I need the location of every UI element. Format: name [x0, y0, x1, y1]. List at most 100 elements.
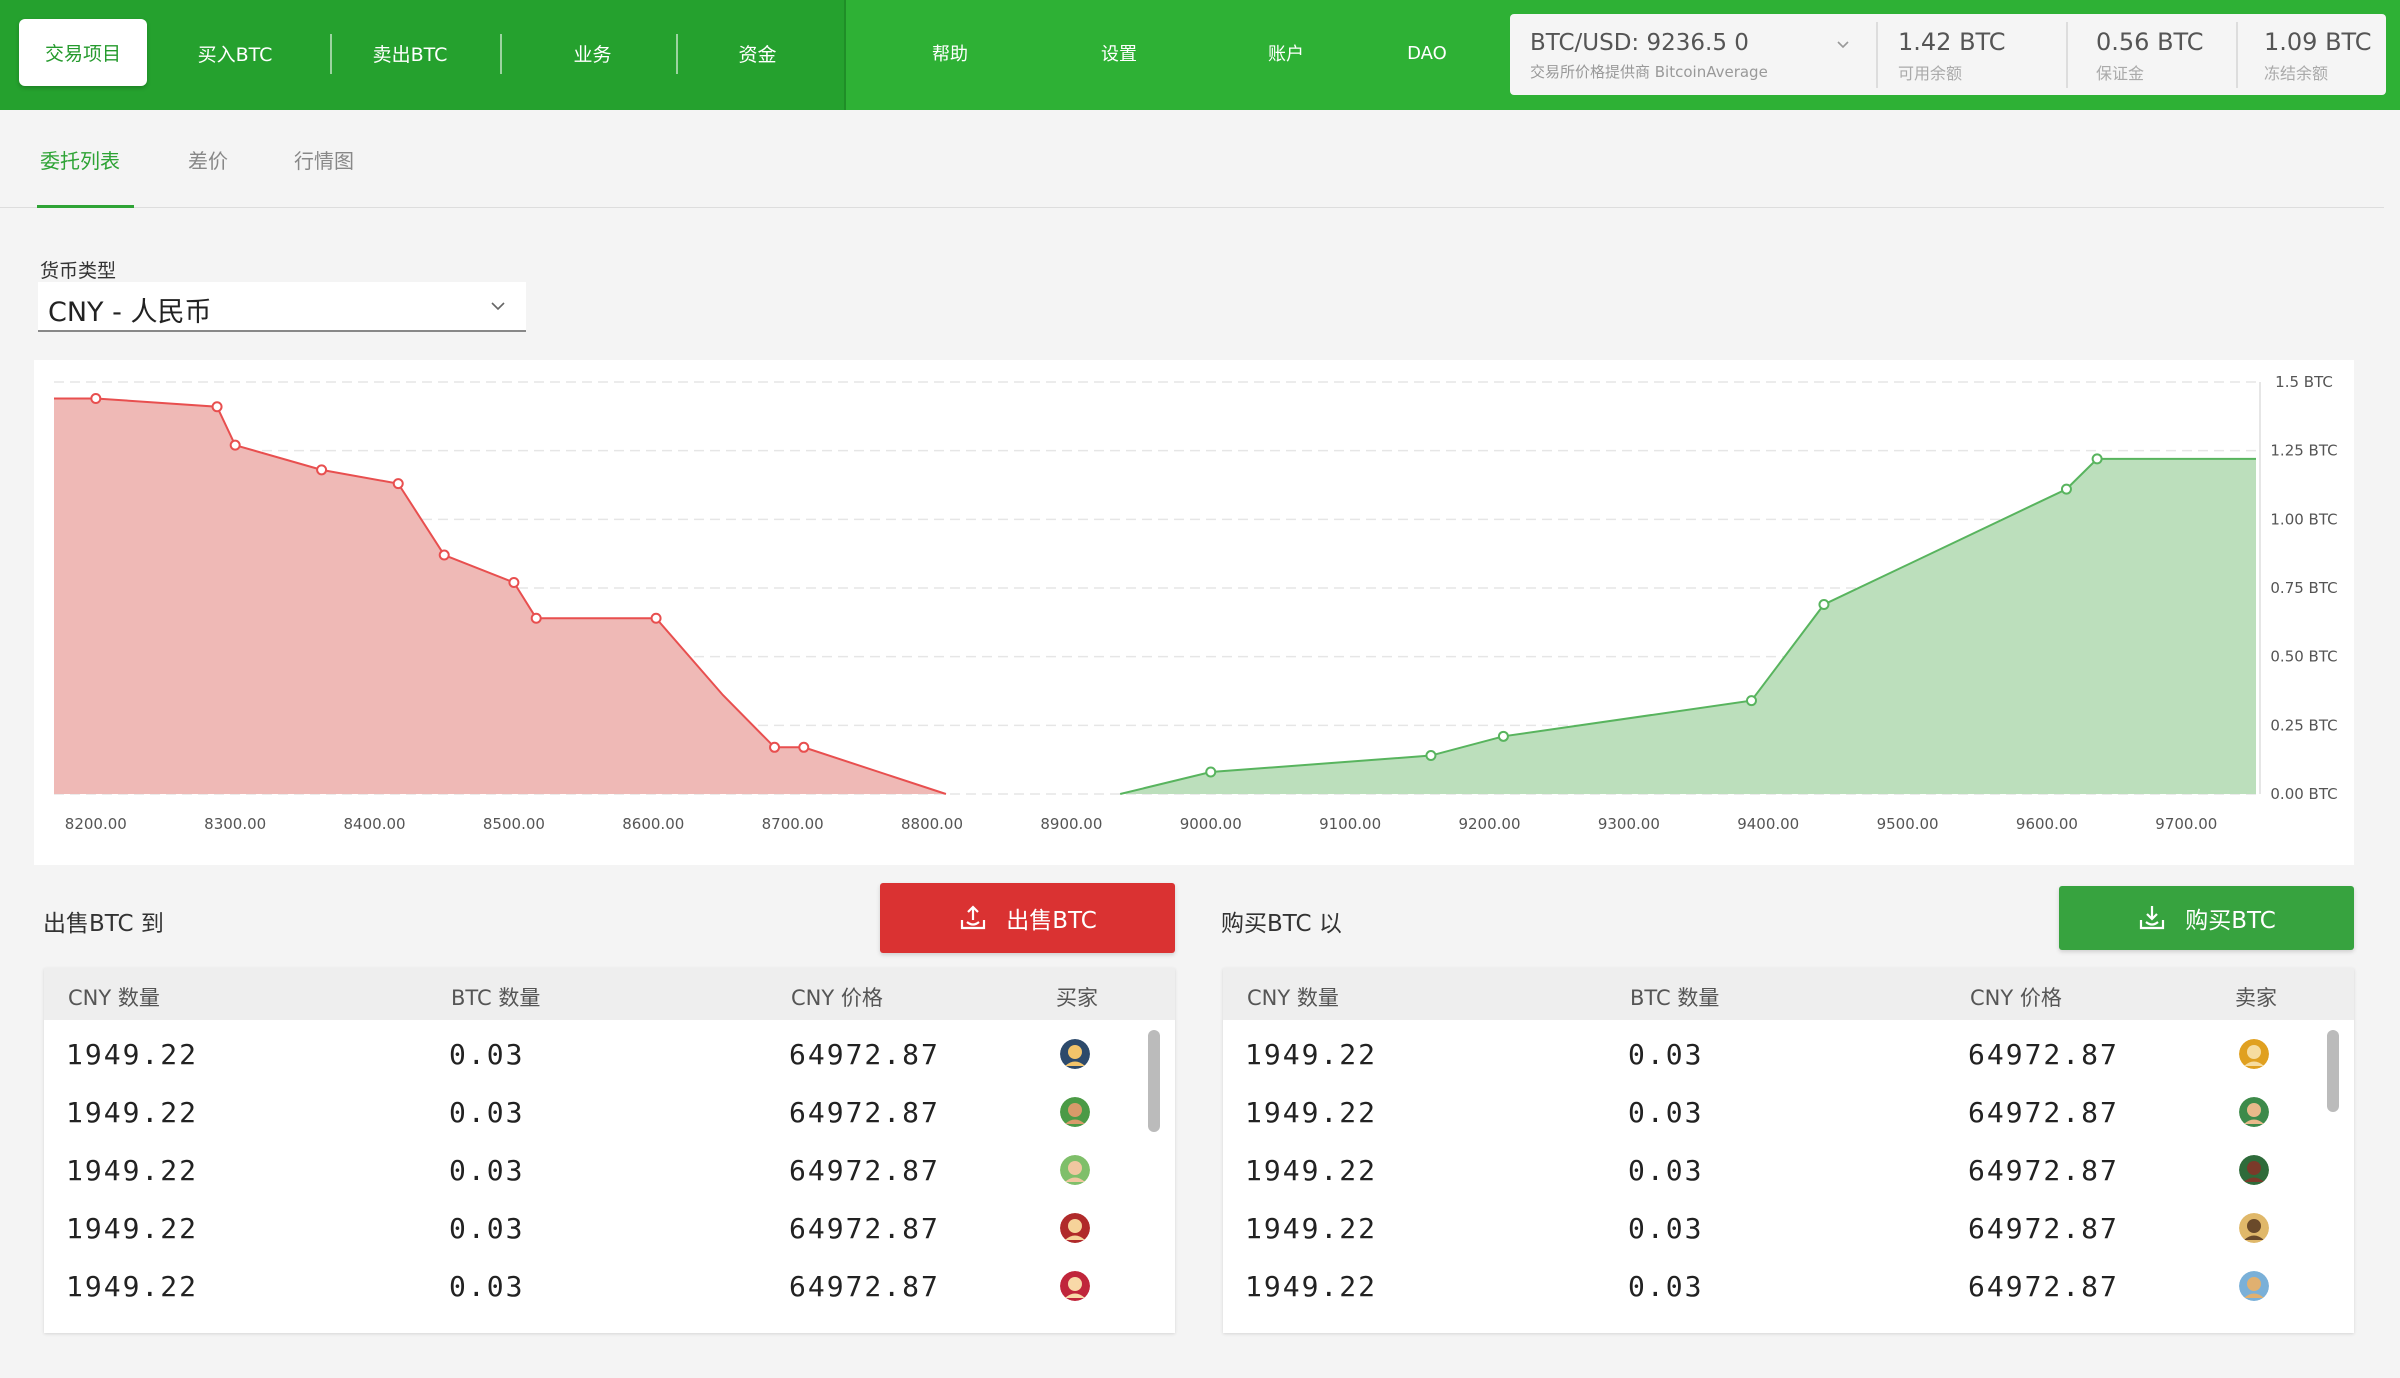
- buy-panel-title: 购买BTC 以: [1221, 911, 1342, 937]
- table-row[interactable]: 1949.22 0.03 64972.87: [1223, 1026, 2354, 1084]
- table-row[interactable]: 1949.22 0.03 64972.87: [44, 1200, 1175, 1258]
- bid-depth-area: [54, 398, 946, 794]
- margin-balance-value: 0.56 BTC: [2096, 28, 2204, 56]
- column-header-cny-amount[interactable]: CNY 数量: [68, 982, 160, 1012]
- btc-amount-cell: 0.03: [1628, 1096, 1704, 1129]
- y-tick-label: 0.50 BTC: [2270, 648, 2337, 666]
- table-row[interactable]: 1949.22 0.03 64972.87: [44, 1142, 1175, 1200]
- data-point: [508, 577, 520, 589]
- currency-selected-value: CNY - 人民币: [48, 297, 212, 328]
- tab-market-chart[interactable]: 行情图: [294, 145, 354, 174]
- table-row[interactable]: 1949.22 0.03 64972.87: [44, 1026, 1175, 1084]
- btc-amount-cell: 0.03: [1628, 1154, 1704, 1187]
- data-point: [229, 439, 241, 451]
- seller-avatar[interactable]: [2239, 1155, 2269, 1185]
- sell-btc-button[interactable]: 出售BTC: [880, 883, 1175, 953]
- column-header-cny-amount[interactable]: CNY 数量: [1247, 982, 1339, 1012]
- table-row[interactable]: 1949.22 0.03 64972.87: [1223, 1084, 2354, 1142]
- y-tick-label: 0.25 BTC: [2270, 716, 2337, 734]
- seller-avatar[interactable]: [2239, 1039, 2269, 1069]
- tab-order-list[interactable]: 委托列表: [40, 145, 120, 174]
- sell-orders-table: CNY 数量 BTC 数量 CNY 价格 买家 1949.22 0.03 64972…: [44, 968, 1175, 1333]
- nav-buy-btc[interactable]: 买入BTC: [170, 20, 300, 86]
- main-nav: 交易项目 买入BTC 卖出BTC 业务 资金: [0, 0, 846, 110]
- x-tick-label: 9300.00: [1598, 815, 1660, 833]
- x-tick-label: 9500.00: [1877, 815, 1939, 833]
- price-ticker: BTC/USD: 9236.5 0 交易所价格提供商 BitcoinAverag…: [1510, 14, 2386, 95]
- column-header-cny-price[interactable]: CNY 价格: [791, 982, 883, 1012]
- x-tick-label: 9600.00: [2016, 815, 2078, 833]
- seller-avatar[interactable]: [2239, 1271, 2269, 1301]
- ticker-divider: [2236, 22, 2238, 88]
- nav-trade-projects[interactable]: 交易项目: [19, 19, 147, 86]
- nav-separator: [500, 34, 502, 74]
- data-point: [530, 612, 542, 624]
- cny-amount-cell: 1949.22: [1245, 1038, 1378, 1071]
- tab-spread[interactable]: 差价: [188, 145, 228, 174]
- top-bar: 交易项目 买入BTC 卖出BTC 业务 资金 帮助 设置 账户 DAO BTC/…: [0, 0, 2400, 110]
- nav-account[interactable]: 账户: [1236, 20, 1336, 86]
- cny-amount-cell: 1949.22: [66, 1096, 199, 1129]
- cny-amount-cell: 1949.22: [66, 1154, 199, 1187]
- cny-amount-cell: 1949.22: [1245, 1096, 1378, 1129]
- nav-help[interactable]: 帮助: [900, 20, 1000, 86]
- y-tick-label: 1.5 BTC: [2275, 373, 2333, 391]
- table-row[interactable]: 1949.22 0.03 64972.87: [44, 1084, 1175, 1142]
- market-depth-chart: 0.00 BTC 0.25 BTC 0.50 BTC 0.75 BTC 1.00 BTC…: [34, 360, 2354, 865]
- table-row[interactable]: 1949.22 0.03 64972.87: [1223, 1258, 2354, 1316]
- price-selector[interactable]: BTC/USD: 9236.5 0 交易所价格提供商 BitcoinAverag…: [1510, 14, 1870, 95]
- data-point: [392, 478, 404, 490]
- seller-avatar[interactable]: [2239, 1097, 2269, 1127]
- upload-icon: [961, 905, 986, 930]
- cny-price-cell: 64972.87: [789, 1154, 940, 1187]
- column-header-btc-amount[interactable]: BTC 数量: [1630, 982, 1719, 1012]
- available-balance-label: 可用余额: [1898, 64, 1963, 83]
- buyer-avatar[interactable]: [1060, 1155, 1090, 1185]
- nav-sell-btc[interactable]: 卖出BTC: [345, 20, 475, 86]
- column-header-buyer[interactable]: 买家: [1056, 982, 1098, 1012]
- frozen-balance-label: 冻结余额: [2264, 64, 2329, 83]
- currency-select[interactable]: CNY - 人民币: [38, 282, 526, 332]
- nav-business[interactable]: 业务: [530, 20, 655, 86]
- nav-dao[interactable]: DAO: [1377, 20, 1477, 86]
- buyer-avatar[interactable]: [1060, 1213, 1090, 1243]
- x-tick-label: 8700.00: [762, 815, 824, 833]
- column-header-btc-amount[interactable]: BTC 数量: [451, 982, 540, 1012]
- x-tick-label: 8400.00: [344, 815, 406, 833]
- chevron-down-icon: [491, 302, 505, 311]
- data-point: [2060, 483, 2072, 495]
- buy-btc-button-label: 购买BTC: [2185, 908, 2276, 934]
- x-tick-label: 8500.00: [483, 815, 545, 833]
- seller-avatar[interactable]: [2239, 1213, 2269, 1243]
- nav-settings[interactable]: 设置: [1069, 20, 1169, 86]
- buyer-avatar[interactable]: [1060, 1271, 1090, 1301]
- table-row[interactable]: 1949.22 0.03 64972.87: [1223, 1142, 2354, 1200]
- currency-type-label: 货币类型: [40, 260, 117, 282]
- y-tick-label: 0.75 BTC: [2270, 579, 2337, 597]
- btc-amount-cell: 0.03: [449, 1270, 525, 1303]
- table-row[interactable]: 1949.22 0.03 64972.87: [1223, 1200, 2354, 1258]
- buyer-avatar[interactable]: [1060, 1039, 1090, 1069]
- y-tick-label: 1.00 BTC: [2270, 510, 2337, 528]
- nav-funds[interactable]: 资金: [695, 20, 820, 86]
- cny-amount-cell: 1949.22: [66, 1212, 199, 1245]
- scrollbar-thumb[interactable]: [1148, 1030, 1160, 1132]
- active-tab-indicator: [37, 205, 134, 208]
- cny-amount-cell: 1949.22: [1245, 1212, 1378, 1245]
- x-tick-label: 9400.00: [1737, 815, 1799, 833]
- price-provider: 交易所价格提供商 BitcoinAverage: [1530, 63, 1768, 81]
- cny-price-cell: 64972.87: [1968, 1154, 2119, 1187]
- data-point: [1497, 730, 1509, 742]
- data-point: [798, 741, 810, 753]
- buy-btc-button[interactable]: 购买BTC: [2059, 886, 2354, 950]
- buyer-avatar[interactable]: [1060, 1097, 1090, 1127]
- column-header-cny-price[interactable]: CNY 价格: [1970, 982, 2062, 1012]
- table-row[interactable]: 1949.22 0.03 64972.87: [44, 1258, 1175, 1316]
- data-point: [1745, 695, 1757, 707]
- data-point: [2091, 453, 2103, 465]
- column-header-seller[interactable]: 卖家: [2235, 982, 2277, 1012]
- cny-price-cell: 64972.87: [1968, 1096, 2119, 1129]
- scrollbar-thumb[interactable]: [2327, 1030, 2339, 1112]
- data-point: [211, 401, 223, 413]
- sell-panel-title: 出售BTC 到: [43, 911, 164, 937]
